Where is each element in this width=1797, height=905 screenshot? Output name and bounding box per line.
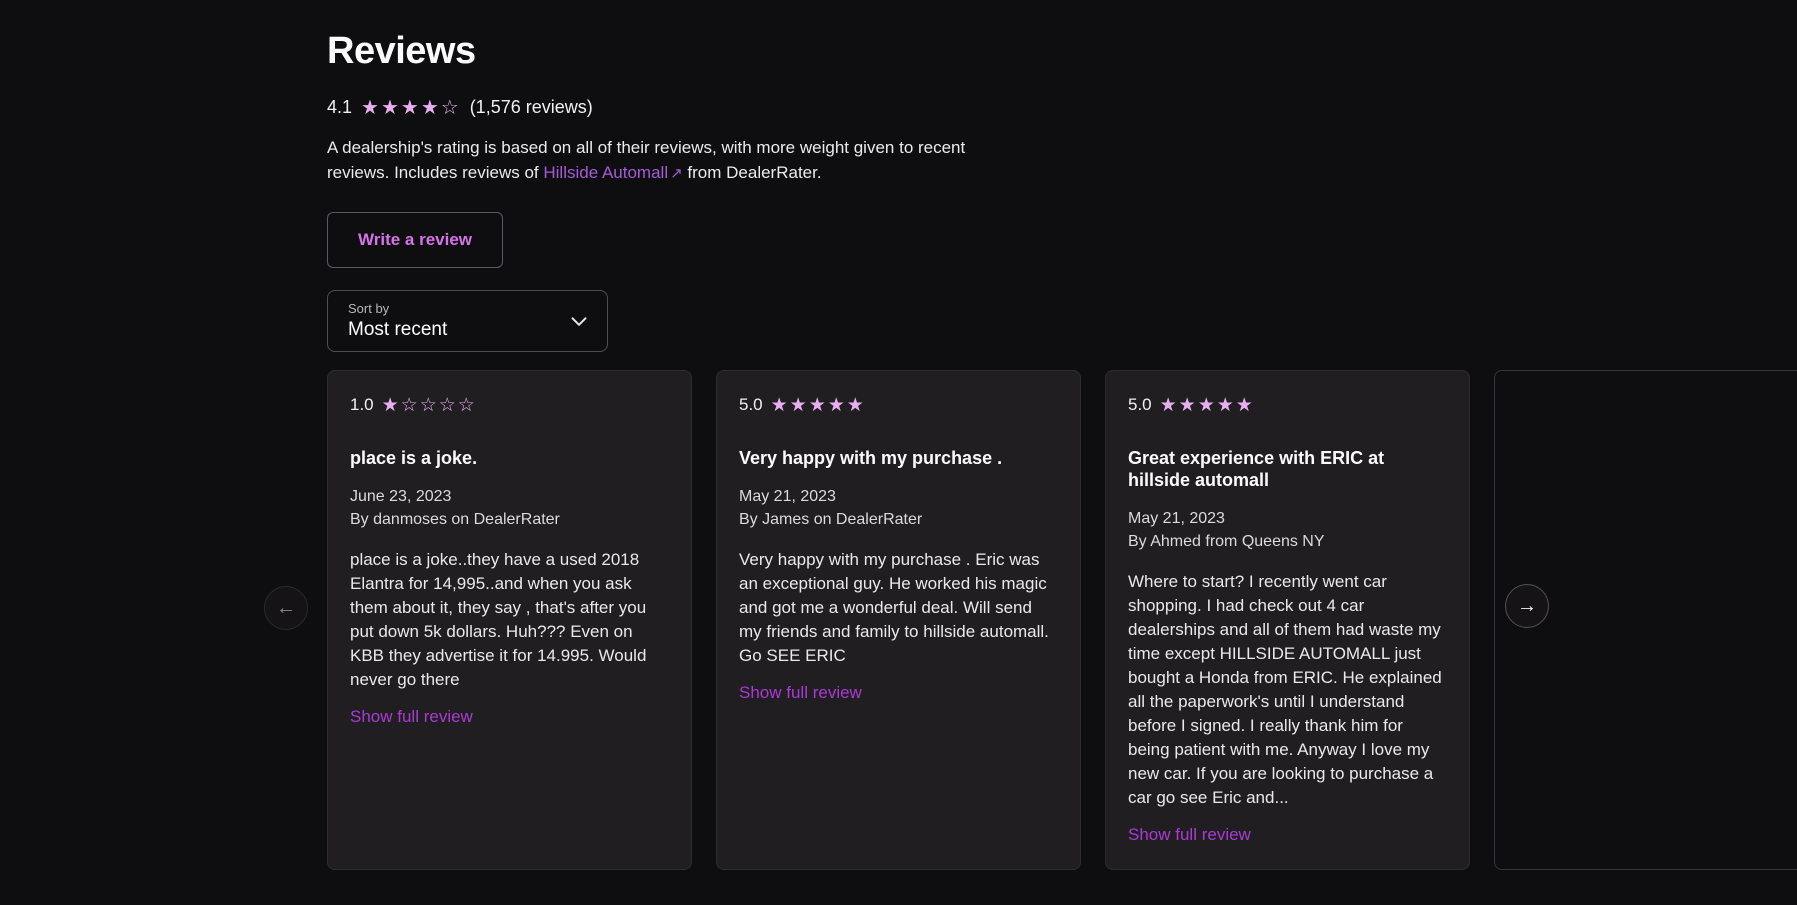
card-rating-value: 5.0 (1128, 395, 1152, 415)
review-byline: By Ahmed from Queens NY (1128, 530, 1447, 553)
star-rating-icons: ★☆☆☆☆ (382, 396, 477, 415)
rating-description-text-2: from DealerRater. (683, 163, 822, 182)
review-card: 5.0 ★★★★★ Great experience with ERIC at … (1105, 370, 1470, 870)
review-date: June 23, 2023 (350, 485, 669, 508)
sort-dropdown-value: Most recent (348, 319, 563, 341)
hillside-automall-link[interactable]: Hillside Automall↗ (543, 163, 682, 182)
star-rating-icons: ★★★★★ (1160, 396, 1255, 415)
review-card: 5.0 ★★★★★ Very happy with my purchase . … (716, 370, 1081, 870)
star-rating-icons: ★★★★★ (771, 396, 866, 415)
carousel-prev-button[interactable]: ← (264, 586, 308, 630)
card-rating-row: 1.0 ★☆☆☆☆ (350, 395, 669, 415)
show-full-review-link[interactable]: Show full review (1128, 825, 1251, 845)
star-rating-icons: ★★★★☆ (361, 98, 461, 118)
reviews-section: Reviews 4.1 ★★★★☆ (1,576 reviews) A deal… (0, 0, 1797, 905)
review-byline: By danmoses on DealerRater (350, 508, 669, 531)
review-title: Great experience with ERIC at hillside a… (1128, 447, 1447, 491)
arrow-right-icon: → (1517, 595, 1537, 618)
sort-dropdown[interactable]: Sort by Most recent (327, 290, 608, 352)
reviews-header: Reviews 4.1 ★★★★☆ (1,576 reviews) A deal… (0, 0, 1797, 352)
review-cards-row: 1.0 ★☆☆☆☆ place is a joke. June 23, 2023… (327, 370, 1797, 870)
overall-rating-value: 4.1 (327, 97, 352, 118)
show-full-review-link[interactable]: Show full review (350, 707, 473, 727)
review-body: place is a joke..they have a used 2018 E… (350, 548, 669, 692)
review-body: Very happy with my purchase . Eric was a… (739, 548, 1058, 668)
review-meta: May 21, 2023 By Ahmed from Queens NY (1128, 507, 1447, 553)
rating-description: A dealership's rating is based on all of… (327, 135, 989, 186)
page-title: Reviews (327, 30, 1797, 73)
review-date: May 21, 2023 (739, 485, 1058, 508)
review-meta: May 21, 2023 By James on DealerRater (739, 485, 1058, 531)
card-rating-value: 5.0 (739, 395, 763, 415)
review-title: Very happy with my purchase . (739, 447, 1058, 469)
review-meta: June 23, 2023 By danmoses on DealerRater (350, 485, 669, 531)
sort-dropdown-label: Sort by (348, 301, 563, 316)
reviews-carousel: 1.0 ★☆☆☆☆ place is a joke. June 23, 2023… (0, 370, 1797, 870)
card-rating-row: 5.0 ★★★★★ (739, 395, 1058, 415)
write-review-button[interactable]: Write a review (327, 212, 503, 268)
arrow-left-icon: ← (276, 597, 296, 620)
overall-rating-row: 4.1 ★★★★☆ (1,576 reviews) (327, 97, 1797, 118)
review-body: Where to start? I recently went car shop… (1128, 570, 1447, 810)
review-card: 1.0 ★☆☆☆☆ place is a joke. June 23, 2023… (327, 370, 692, 870)
card-rating-value: 1.0 (350, 395, 374, 415)
review-count: (1,576 reviews) (470, 97, 593, 118)
chevron-down-icon (571, 314, 587, 332)
external-link-icon: ↗ (670, 165, 683, 182)
review-title: place is a joke. (350, 447, 669, 469)
review-date: May 21, 2023 (1128, 507, 1447, 530)
review-byline: By James on DealerRater (739, 508, 1058, 531)
carousel-next-button[interactable]: → (1505, 584, 1549, 628)
show-full-review-link[interactable]: Show full review (739, 683, 862, 703)
hillside-automall-link-label: Hillside Automall (543, 163, 668, 182)
card-rating-row: 5.0 ★★★★★ (1128, 395, 1447, 415)
